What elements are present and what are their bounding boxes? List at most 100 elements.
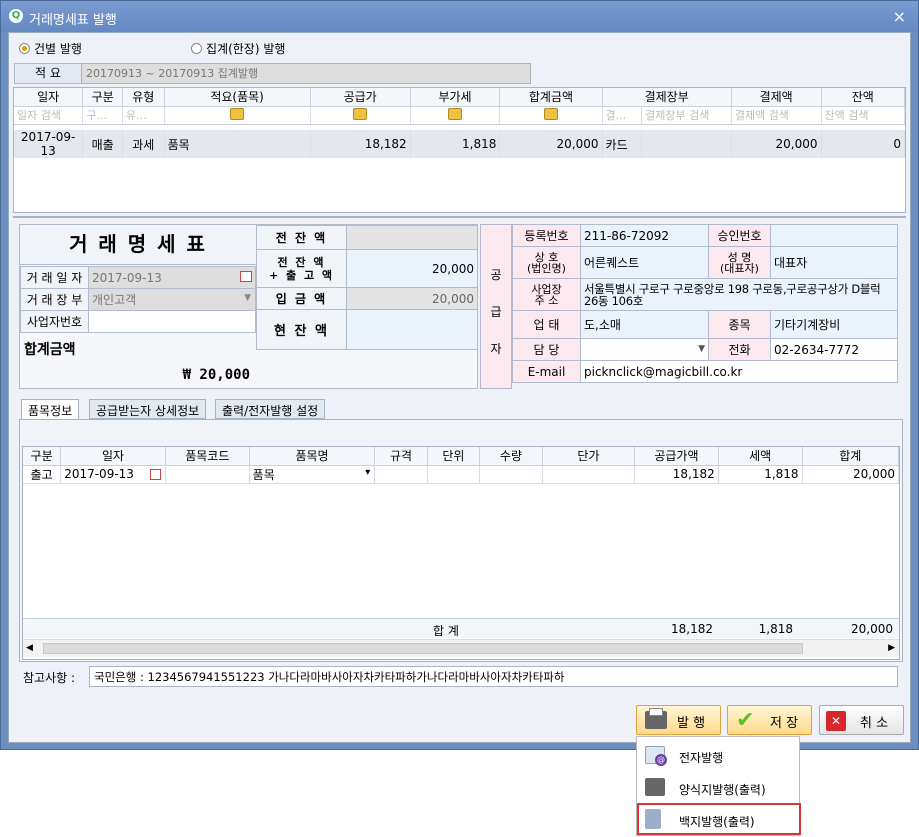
ledger-select[interactable]: 개인고객 ▼ (88, 288, 256, 311)
items-grid-header[interactable]: 세액 (718, 447, 803, 466)
top-grid-header[interactable]: 공급가 (310, 88, 411, 107)
items-grid: 구분 일자 품목코드 품목명 규격 단위 수량 단가 공급가액 세액 합계 출고 2017-09-13… (22, 446, 900, 660)
top-grid-search-cell[interactable] (499, 106, 603, 125)
top-grid-header[interactable]: 일자 (14, 88, 84, 107)
current-balance-label: 현 잔 액 (256, 309, 347, 350)
top-grid-search-cell[interactable] (164, 106, 311, 125)
approval-value (770, 224, 898, 247)
tab-item-info[interactable]: 품목정보 (21, 399, 80, 420)
dialog-body: 건별 발행 집계(한장) 발행 적 요 20170913 ~ 20170913 … (8, 32, 911, 743)
radio-individual[interactable]: 건별 발행 (19, 40, 82, 57)
top-grid-header[interactable]: 합계금액 (499, 88, 603, 107)
top-grid-search-cell[interactable] (410, 106, 501, 125)
save-button[interactable]: ✔ 저 장 (727, 705, 812, 735)
items-grid-header[interactable]: 단가 (542, 447, 636, 466)
table-cell[interactable] (542, 465, 636, 484)
table-cell: 20,000 (499, 130, 603, 158)
menu-item-form-print-label: 양식지발행(출력) (679, 783, 766, 797)
items-grid-header[interactable]: 합계 (802, 447, 900, 466)
ledger-value: 개인고객 (92, 293, 137, 307)
table-cell[interactable]: 1,818 (718, 465, 803, 484)
top-grid-header[interactable]: 결제장부 (602, 88, 732, 107)
table-cell[interactable]: 18,182 (634, 465, 719, 484)
top-grid-search-cell[interactable] (310, 106, 411, 125)
company-label-2: (법인명) (527, 261, 566, 275)
top-grid-header[interactable]: 부가세 (410, 88, 501, 107)
calendar-icon[interactable] (240, 271, 252, 282)
items-grid-header[interactable]: 공급가액 (634, 447, 719, 466)
table-cell[interactable]: 품목 ▾ (249, 465, 376, 484)
footer-total-label: 합 계 (433, 624, 459, 638)
table-cell[interactable] (427, 465, 481, 484)
filter-icon[interactable] (353, 107, 368, 120)
app-icon: Q (9, 9, 23, 23)
supplier-side-char-2: 급 (490, 305, 502, 319)
filter-icon[interactable] (230, 107, 245, 120)
printer-icon (645, 708, 667, 729)
items-grid-header[interactable]: 품목명 (249, 447, 376, 466)
check-icon: ✔ (736, 708, 755, 733)
reg-number-value: 211-86-72092 (580, 224, 709, 247)
scroll-thumb[interactable] (43, 643, 803, 654)
item-value: 기타기계장비 (770, 310, 898, 339)
top-grid-header[interactable]: 잔액 (821, 88, 905, 107)
filter-icon[interactable] (448, 107, 463, 120)
menu-item-blank-print[interactable]: 백지발행(출력) (637, 803, 801, 835)
table-cell[interactable] (374, 465, 428, 484)
top-grid-search-cell[interactable]: 일자 검색 (14, 106, 84, 125)
menu-item-electronic[interactable]: @ 전자발행 (637, 740, 801, 772)
biz-number-field[interactable] (88, 310, 256, 333)
top-grid-header[interactable]: 구분 (82, 88, 123, 107)
date-field[interactable]: 2017-09-13 (88, 266, 256, 289)
scroll-right-icon[interactable]: ▶ (888, 643, 895, 653)
table-cell[interactable] (479, 465, 543, 484)
summary-field[interactable]: 20170913 ~ 20170913 집계발행 (81, 63, 531, 84)
printer-paper-icon (649, 708, 663, 716)
filter-icon[interactable] (543, 107, 558, 120)
top-grid-header[interactable]: 유형 (122, 88, 165, 107)
horizontal-scrollbar[interactable]: ◀ ▶ (23, 639, 899, 657)
scroll-left-icon[interactable]: ◀ (26, 643, 33, 653)
top-grid-search-cell[interactable]: 잔액 검색 (821, 106, 905, 125)
memo-field[interactable]: 국민은행 : 1234567941551223 가나다라마바사아자차카타파하가나… (89, 666, 898, 687)
top-grid-search-cell[interactable]: 구... (82, 106, 123, 125)
items-grid-header[interactable]: 구분 (23, 447, 62, 466)
items-grid-header[interactable]: 단위 (427, 447, 481, 466)
cancel-button[interactable]: ✕ 취 소 (819, 705, 904, 735)
phone-value: 02-2634-7772 (770, 338, 898, 361)
radio-aggregate[interactable]: 집계(한장) 발행 (191, 40, 285, 57)
items-grid-header[interactable]: 품목코드 (165, 447, 250, 466)
items-grid-header[interactable]: 수량 (479, 447, 543, 466)
top-grid-search-cell[interactable]: 결제액 검색 (731, 106, 822, 125)
footer-total: 20,000 (851, 622, 893, 636)
calendar-icon[interactable] (149, 468, 161, 480)
items-grid-header[interactable]: 규격 (374, 447, 428, 466)
issue-button[interactable]: 발 행 (636, 705, 721, 735)
top-grid-header[interactable]: 결제액 (731, 88, 822, 107)
items-grid-header[interactable]: 일자 (60, 447, 166, 466)
table-cell[interactable] (165, 465, 250, 484)
issue-dropdown-menu: @ 전자발행 양식지발행(출력) 백지발행(출력) (636, 736, 801, 836)
table-row[interactable]: 출고 2017-09-13 품목 ▾ 18,182 1,818 20,000 (23, 465, 900, 484)
radio-aggregate-label: 집계(한장) 발행 (206, 42, 286, 56)
top-grid-search-cell[interactable]: 결... (602, 106, 643, 125)
table-cell[interactable]: 2017-09-13 (60, 465, 166, 484)
table-row[interactable]: 2017-09-13 매출 과세 품목 18,182 1,818 20,000 카드 20,00… (14, 130, 905, 158)
prev-out-label: 전 잔 액 + 출 고 액 (256, 249, 347, 288)
menu-item-form-print[interactable]: 양식지발행(출력) (637, 772, 801, 804)
top-grid-header[interactable]: 적요(품목) (164, 88, 311, 107)
tab-print-settings[interactable]: 출력/전자발행 설정 (215, 399, 326, 419)
table-cell[interactable]: 20,000 (802, 465, 900, 484)
tab-receiver-detail[interactable]: 공급받는자 상세정보 (89, 399, 207, 419)
prev-balance-label: 전 잔 액 (256, 225, 347, 250)
close-icon[interactable]: × (893, 7, 906, 26)
chevron-down-icon[interactable]: ▾ (365, 467, 370, 478)
table-cell[interactable]: 출고 (23, 465, 62, 484)
table-cell: 20,000 (731, 130, 822, 158)
manager-select[interactable]: ▼ (580, 338, 709, 361)
email-icon: @ (645, 746, 667, 766)
doc-panel: 거 래 명 세 표 거 래 일 자 2017-09-13 거 래 장 부 개인고객 ▼… (19, 224, 478, 389)
approval-label: 승인번호 (708, 224, 771, 247)
top-grid-search-cell[interactable]: 결제장부 검색 (641, 106, 732, 125)
top-grid-search-cell[interactable]: 유... (122, 106, 165, 125)
